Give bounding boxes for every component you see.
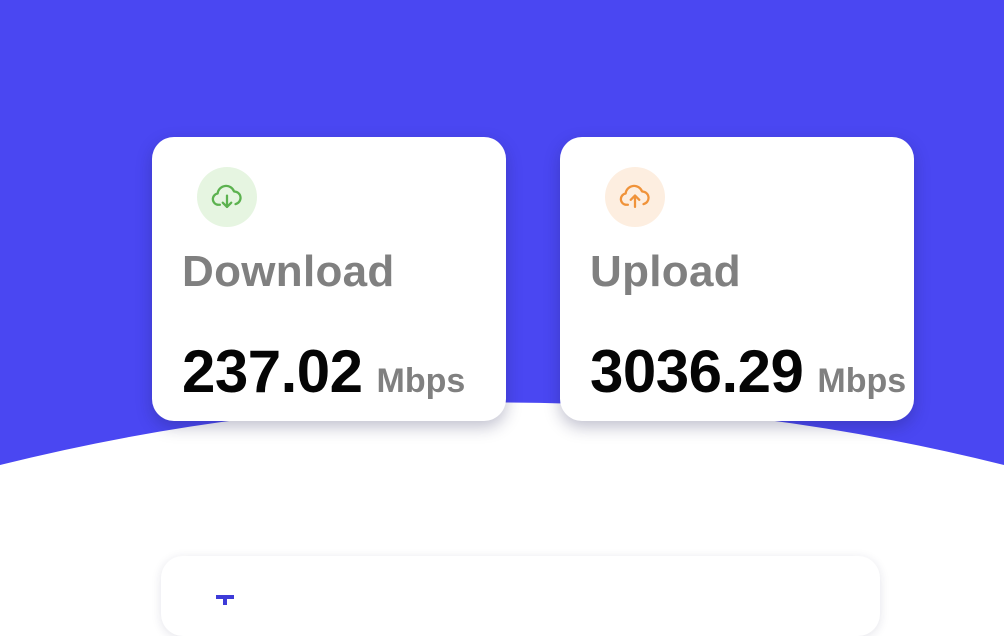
cloud-download-icon: [211, 184, 242, 209]
download-speed-value: 237.02: [182, 338, 363, 405]
upload-speed-card: Upload 3036.29 Mbps: [560, 137, 914, 421]
upload-speed-unit: Mbps: [817, 362, 907, 400]
upload-icon-badge: [605, 167, 665, 227]
download-icon-badge: [197, 167, 257, 227]
download-speed-row: 237.02 Mbps: [182, 337, 465, 406]
info-card-icon: [216, 595, 234, 605]
download-label: Download: [182, 247, 395, 296]
upload-label: Upload: [590, 247, 741, 296]
download-speed-card: Download 237.02 Mbps: [152, 137, 506, 421]
info-card: [161, 556, 880, 636]
upload-speed-row: 3036.29 Mbps: [590, 337, 906, 406]
upload-speed-value: 3036.29: [590, 338, 804, 405]
download-speed-unit: Mbps: [376, 362, 466, 400]
cloud-upload-icon: [619, 184, 650, 209]
